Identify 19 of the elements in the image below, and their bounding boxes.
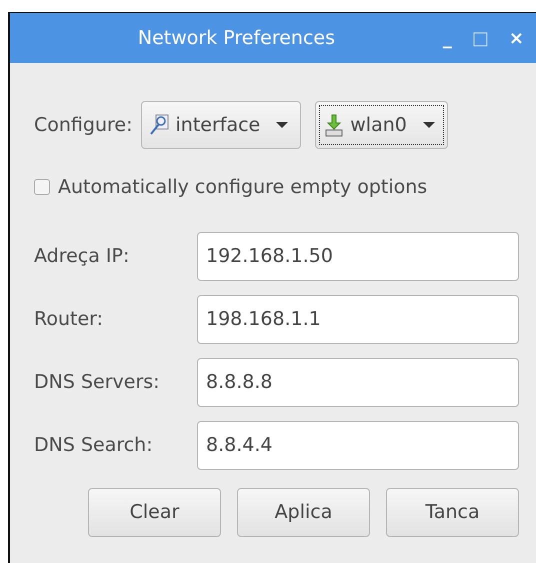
checkbox[interactable] [34,179,50,196]
caret-icon [276,122,288,128]
input-field[interactable]: 192.168.1.50 [197,232,519,280]
dialog-button[interactable]: Tanca [386,488,519,536]
input-field[interactable]: 8.8.8.8 [197,358,519,406]
checkbox-label: Automatically configure empty options [58,175,428,200]
window-title: Network Preferences [136,26,336,51]
caret-icon [422,122,435,128]
field-label: Router: [34,306,104,332]
configure-label: Configure: [34,112,132,138]
dropdown[interactable]: wlan0 [315,101,448,149]
dialog-button[interactable]: Clear [88,488,221,536]
field-label: DNS Servers: [34,370,160,395]
dialog-button[interactable]: Aplica [237,488,370,536]
input-field[interactable]: 8.8.4.4 [197,420,519,470]
field-label: DNS Search: [34,432,153,458]
input-field[interactable]: 198.168.1.1 [197,294,519,344]
field-label: Adreça IP: [34,244,130,269]
dropdown[interactable]: interface [140,101,302,149]
